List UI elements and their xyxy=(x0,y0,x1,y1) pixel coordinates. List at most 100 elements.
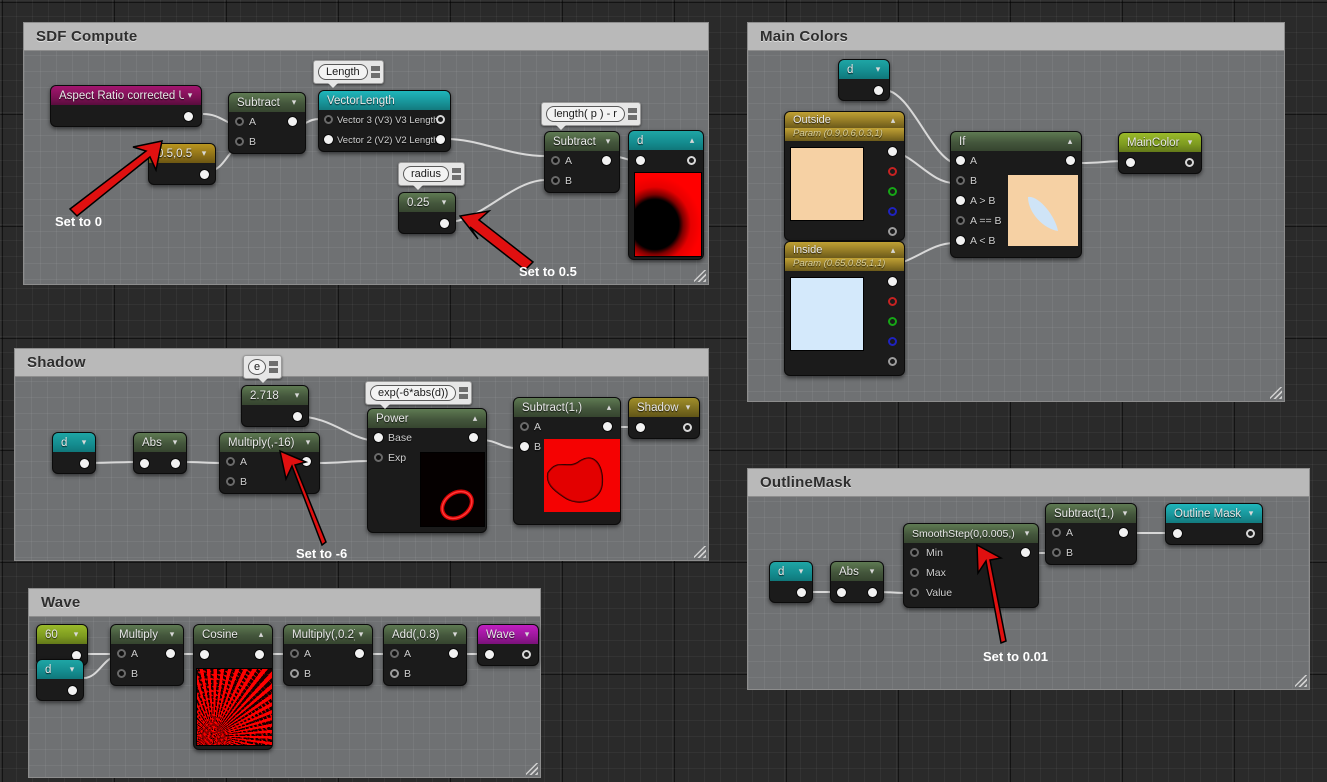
input-pin[interactable] xyxy=(140,459,149,468)
resize-handle-icon[interactable] xyxy=(694,270,706,282)
node-param-inside[interactable]: Inside ▴ Param (0.65,0.85,1,1) xyxy=(784,241,905,376)
output-pin[interactable] xyxy=(522,650,531,659)
input-pin-vector3[interactable] xyxy=(324,115,333,124)
input-pin-a-greater-b[interactable] xyxy=(956,196,965,205)
node-multiply-wave[interactable]: Multiply ▾ A B xyxy=(110,624,184,686)
output-pin[interactable] xyxy=(68,686,77,695)
bubble-exp-neg6-abs-d[interactable]: exp(-6*abs(d)) xyxy=(365,381,473,409)
node-header[interactable]: Multiply ▾ xyxy=(111,625,183,644)
node-multiply-0-2[interactable]: Multiply(,0.2) ▾ A B xyxy=(283,624,373,686)
node-header[interactable]: 0.25 ▾ xyxy=(399,193,455,212)
output-pin[interactable] xyxy=(797,588,806,597)
node-header[interactable]: Subtract(1,) ▾ xyxy=(1046,504,1136,523)
output-pin[interactable] xyxy=(288,117,297,126)
node-const-2-718[interactable]: 2.718 ▾ xyxy=(241,385,309,427)
input-pin-a[interactable] xyxy=(226,457,235,466)
input-pin-a[interactable] xyxy=(551,156,560,165)
chevron-up-icon[interactable]: ▴ xyxy=(255,630,267,639)
node-header[interactable]: Subtract ▾ xyxy=(229,93,305,112)
input-pin-a[interactable] xyxy=(117,649,126,658)
node-d-shadow[interactable]: d ▾ xyxy=(52,432,96,474)
resize-handle-icon[interactable] xyxy=(694,546,706,558)
input-pin-b[interactable] xyxy=(551,176,560,185)
node-header[interactable]: Multiply(,0.2) ▾ xyxy=(284,625,372,644)
chevron-up-icon[interactable]: ▴ xyxy=(887,115,899,125)
input-pin-a[interactable] xyxy=(520,422,529,431)
node-header[interactable]: d ▴ xyxy=(629,131,703,150)
input-pin-b[interactable] xyxy=(956,176,965,185)
comment-header[interactable]: Wave xyxy=(29,589,540,617)
color-swatch-outside[interactable] xyxy=(790,147,864,221)
input-pin[interactable] xyxy=(1126,158,1135,167)
chevron-down-icon[interactable]: ▾ xyxy=(78,438,90,447)
chevron-down-icon[interactable]: ▾ xyxy=(449,630,461,639)
chevron-down-icon[interactable]: ▾ xyxy=(521,630,533,639)
bubble-icons[interactable] xyxy=(269,361,279,373)
chevron-down-icon[interactable]: ▾ xyxy=(795,567,807,576)
node-header[interactable]: Shadow ▾ xyxy=(629,398,699,417)
node-shadow-output[interactable]: Shadow ▾ xyxy=(628,397,700,439)
output-pin[interactable] xyxy=(449,649,458,658)
input-pin-a-equals-b[interactable] xyxy=(956,216,965,225)
node-cosine[interactable]: Cosine ▴ xyxy=(193,624,273,750)
output-pin-r[interactable] xyxy=(888,297,897,306)
node-wave-output[interactable]: Wave ▾ xyxy=(477,624,539,666)
node-add-0-8[interactable]: Add(,0.8) ▾ A B xyxy=(383,624,467,686)
node-outline-mask-output[interactable]: Outline Mask ▾ xyxy=(1165,503,1263,545)
input-pin[interactable] xyxy=(1173,529,1182,538)
output-pin-b[interactable] xyxy=(888,207,897,216)
output-pin[interactable] xyxy=(1066,156,1075,165)
resize-handle-icon[interactable] xyxy=(1295,675,1307,687)
node-header[interactable]: Multiply(,-16) ▾ xyxy=(220,433,319,452)
chevron-down-icon[interactable]: ▾ xyxy=(682,403,694,412)
bubble-icons[interactable] xyxy=(370,66,380,78)
node-header[interactable]: Outside ▴ xyxy=(785,112,904,128)
output-pin[interactable] xyxy=(683,423,692,432)
input-pin-min[interactable] xyxy=(910,548,919,557)
chevron-down-icon[interactable]: ▾ xyxy=(438,198,450,207)
color-swatch-inside[interactable] xyxy=(790,277,864,351)
input-pin-a[interactable] xyxy=(390,649,399,658)
bubble-radius[interactable]: radius xyxy=(398,162,465,190)
bubble-length-p-minus-r[interactable]: length( p ) - r xyxy=(541,102,641,130)
output-pin[interactable] xyxy=(293,412,302,421)
node-power[interactable]: Power ▴ Base Exp xyxy=(367,408,487,533)
bubble-icons[interactable] xyxy=(627,108,637,120)
output-pin-rgba[interactable] xyxy=(888,277,897,286)
chevron-down-icon[interactable]: ▾ xyxy=(198,149,210,158)
output-pin[interactable] xyxy=(469,433,478,442)
node-header[interactable]: Abs ▾ xyxy=(831,562,883,581)
bubble-length[interactable]: Length xyxy=(313,60,384,88)
input-pin-b[interactable] xyxy=(520,442,529,451)
output-pin[interactable] xyxy=(868,588,877,597)
node-header[interactable]: Add(,0.8) ▾ xyxy=(384,625,466,644)
output-pin[interactable] xyxy=(687,156,696,165)
output-pin-r[interactable] xyxy=(888,167,897,176)
node-header[interactable]: 60 ▾ xyxy=(37,625,87,644)
bubble-icons[interactable] xyxy=(451,168,461,180)
input-pin[interactable] xyxy=(200,650,209,659)
node-subtract-1[interactable]: Subtract ▾ A B xyxy=(228,92,306,154)
output-pin-g[interactable] xyxy=(888,187,897,196)
node-abs-shadow[interactable]: Abs ▾ xyxy=(133,432,187,474)
node-header[interactable]: Outline Mask ▾ xyxy=(1166,504,1262,523)
chevron-down-icon[interactable]: ▾ xyxy=(184,91,196,100)
node-header[interactable]: Power ▴ xyxy=(368,409,486,428)
output-pin[interactable] xyxy=(603,422,612,431)
node-d-sdf[interactable]: d ▴ xyxy=(628,130,704,260)
input-pin[interactable] xyxy=(485,650,494,659)
node-header[interactable]: Subtract ▾ xyxy=(545,132,619,151)
output-pin-rgba[interactable] xyxy=(888,147,897,156)
input-pin-exp[interactable] xyxy=(374,453,383,462)
output-pin[interactable] xyxy=(80,459,89,468)
chevron-down-icon[interactable]: ▾ xyxy=(302,438,314,447)
node-multiply-neg16[interactable]: Multiply(,-16) ▾ A B xyxy=(219,432,320,494)
node-header[interactable]: Abs ▾ xyxy=(134,433,186,452)
input-pin-base[interactable] xyxy=(374,433,383,442)
node-header[interactable]: Cosine ▴ xyxy=(194,625,272,644)
node-header[interactable]: SmoothStep(0,0.005,) ▾ xyxy=(904,524,1038,543)
output-pin[interactable] xyxy=(200,170,209,179)
chevron-down-icon[interactable]: ▾ xyxy=(1184,138,1196,147)
chevron-down-icon[interactable]: ▾ xyxy=(1021,529,1033,538)
comment-header[interactable]: Main Colors xyxy=(748,23,1284,51)
